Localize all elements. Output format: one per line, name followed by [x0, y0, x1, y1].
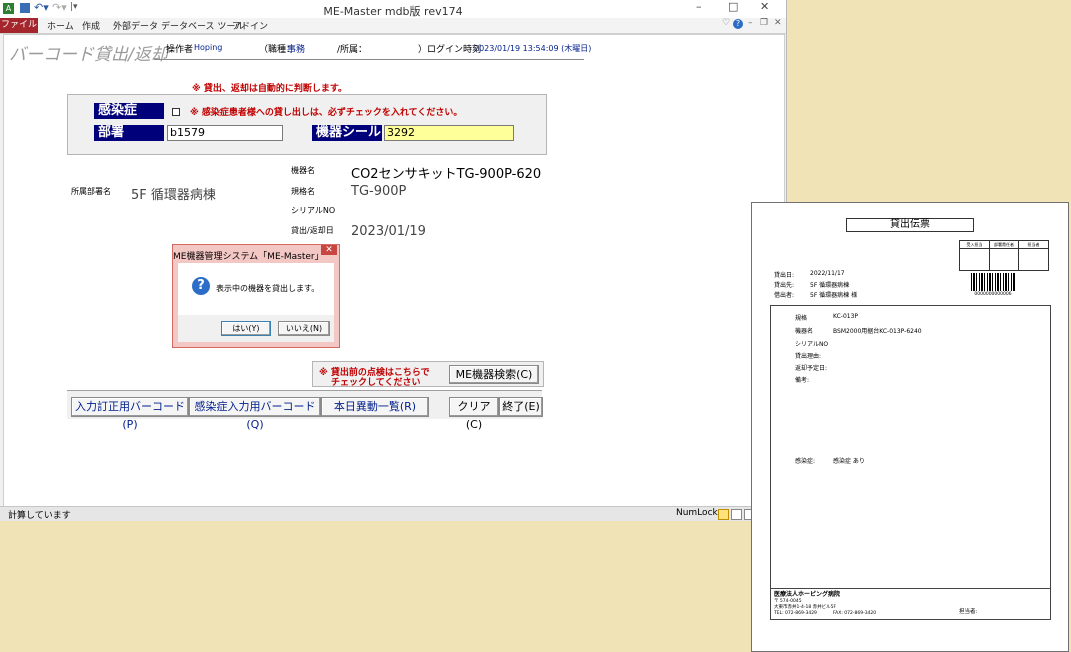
slip-row-label: 機器名	[795, 328, 814, 335]
lending-slip-preview: 貸出伝票 受入担当 部署責任者 担当者 貸出日: 2022/11/17 貸出先:…	[751, 202, 1069, 652]
stamp-box: 受入担当 部署責任者 担当者	[959, 240, 1049, 271]
slip-date-value: 2022/11/17	[810, 270, 845, 277]
dialog-body: ? 表示中の機器を貸出します。 はい(Y) いいえ(N)	[178, 263, 334, 342]
slip-row-label: 規格	[795, 315, 808, 322]
serial-label: シリアルNO	[291, 206, 336, 215]
help-icon[interactable]: ?	[733, 19, 743, 29]
me-device-search-button[interactable]: ME機器検索(C)	[449, 365, 539, 384]
infection-checkbox[interactable]	[172, 108, 180, 116]
tab-file[interactable]: ファイル	[0, 18, 38, 33]
close-button[interactable]: ✕	[760, 0, 769, 13]
slip-borrower-label: 借出者:	[774, 292, 795, 299]
slip-dest-label: 貸出先:	[774, 282, 795, 289]
tab-external-data[interactable]: 外部データ	[113, 19, 158, 32]
confirm-dialog: ME機器管理システム「ME-Master」 ✕ ? 表示中の機器を貸出します。 …	[172, 244, 340, 348]
seal-input[interactable]: 3292	[384, 125, 514, 141]
hospital-tel: TEL: 072-869-3429	[774, 611, 817, 616]
infection-label: 感染症	[94, 103, 164, 119]
header-divider	[154, 59, 584, 60]
datasheet-view-icon[interactable]	[731, 509, 742, 520]
question-icon: ?	[192, 277, 210, 295]
stamp-divider-1	[989, 248, 990, 270]
exit-button[interactable]: 終了(E)	[499, 397, 543, 417]
device-name-label: 機器名	[291, 166, 315, 175]
slip-dest-value: 5F 循環器病棟	[810, 282, 850, 289]
tab-create[interactable]: 作成	[82, 19, 100, 32]
operator-label: 操作者	[166, 45, 194, 55]
slip-row-label: 備考:	[795, 377, 810, 384]
slip-row-label: 貸出理由:	[795, 353, 822, 360]
clear-button[interactable]: クリア(C)	[449, 397, 499, 431]
device-name-value: CO2センサキットTG-900P-620	[351, 167, 542, 182]
check-panel: ※ 貸出前の点検はこちらで チェックしてください ME機器検索(C)	[312, 361, 544, 388]
correction-barcode-button[interactable]: 入力訂正用バーコード(P)	[71, 397, 189, 431]
dialog-no-button[interactable]: いいえ(N)	[278, 321, 330, 336]
owner-dept-value: 5F 循環器病棟	[131, 188, 216, 203]
slip-row-label: シリアルNO	[795, 341, 829, 348]
infection-notice: ※ 感染症患者様への貸し出しは、必ずチェックを入れてください。	[190, 108, 463, 118]
auto-judge-notice: ※ 貸出、返却は自動的に判断します。	[192, 84, 347, 94]
slip-footer: 医療法人ホーピング病院 〒 574-0045 大東市赤井1-4-18 赤井ビル5…	[770, 587, 1051, 620]
barcode-image	[971, 273, 1015, 291]
status-bar: 計算しています NumLock	[0, 506, 786, 521]
slip-row-value: BSM2000用据台KC-013P-6240	[833, 328, 922, 335]
dialog-button-bar: はい(Y) いいえ(N)	[178, 315, 334, 342]
barcode-number: 0000000000006	[974, 292, 1012, 297]
owner-dept-label: 所属部署名	[71, 187, 111, 196]
form-view-icon[interactable]	[718, 509, 729, 520]
ribbon-collapse-icon[interactable]: ♡	[722, 18, 730, 28]
slip-detail-box: 規格 KC-013P 機器名 BSM2000用据台KC-013P-6240 シリ…	[770, 305, 1051, 589]
infection-barcode-button[interactable]: 感染症入力用バーコード(Q)	[189, 397, 321, 431]
stamp-header-1: 受入担当	[960, 241, 990, 249]
spec-value: TG-900P	[351, 184, 407, 199]
check-notice-line2: チェックしてください	[331, 378, 421, 388]
tab-addins[interactable]: アドイン	[232, 19, 268, 32]
numlock-indicator: NumLock	[676, 508, 718, 518]
login-value: 2023/01/19 13:54:09 (木曜日)	[474, 44, 592, 53]
date-value: 2023/01/19	[351, 224, 426, 239]
login-label: ）ログイン時刻	[418, 45, 482, 55]
dialog-yes-button[interactable]: はい(Y)	[221, 321, 271, 336]
access-window: A ↶▾ ↷▾ |▾ ME-Master mdb版 rev174 – □ ✕ フ…	[0, 0, 787, 521]
slip-infection-label: 感染症:	[795, 458, 816, 465]
slip-date-label: 貸出日:	[774, 272, 795, 279]
tab-home[interactable]: ホーム	[47, 19, 74, 32]
slip-infection-value: 感染症 あり	[833, 458, 865, 465]
form-minimize-button[interactable]: –	[748, 18, 753, 28]
status-text: 計算しています	[8, 511, 71, 521]
form-close-button[interactable]: ✕	[774, 18, 782, 28]
slip-row-label: 返却予定日:	[795, 365, 828, 372]
slip-row-value: KC-013P	[833, 313, 859, 320]
minimize-button[interactable]: –	[696, 0, 702, 13]
stamp-header-3: 担当者	[1019, 241, 1048, 249]
spec-label: 規格名	[291, 187, 315, 196]
dialog-close-button[interactable]: ✕	[321, 245, 337, 255]
barcode-form: バーコード貸出/返却 操作者 Hoping （職種： 事務 /所属： ）ログイン…	[3, 34, 785, 508]
job-value: 事務	[287, 45, 306, 55]
input-panel: 感染症 ※ 感染症患者様への貸し出しは、必ずチェックを入れてください。 部署 b…	[67, 94, 547, 155]
form-title: バーコード貸出/返却	[9, 45, 168, 65]
slip-borrower-value: 5F 循環器病棟 様	[810, 292, 858, 299]
dept-label: /所属：	[337, 45, 368, 55]
dialog-message: 表示中の機器を貸出します。	[216, 284, 320, 293]
ribbon-tabs: ファイル ホーム 作成 外部データ データベース ツール アドイン ♡ ? – …	[0, 18, 786, 34]
hospital-name: 医療法人ホーピング病院	[774, 591, 841, 598]
bottom-toolbar: 入力訂正用バーコード(P) 感染症入力用バーコード(Q) 本日異動一覧(R) ク…	[67, 390, 543, 431]
dialog-title: ME機器管理システム「ME-Master」	[173, 252, 324, 262]
slip-title: 貸出伝票	[846, 218, 974, 232]
stamp-divider-2	[1018, 248, 1019, 270]
window-title: ME-Master mdb版 rev174	[323, 5, 463, 18]
form-restore-button[interactable]: ❐	[760, 18, 768, 28]
maximize-button[interactable]: □	[728, 0, 738, 13]
dept-field-label: 部署	[94, 125, 164, 141]
dept-field-input[interactable]: b1579	[167, 125, 283, 141]
hospital-fax: FAX: 072-869-3420	[833, 611, 877, 616]
title-bar: A ↶▾ ↷▾ |▾ ME-Master mdb版 rev174 – □ ✕	[0, 0, 786, 18]
seal-label: 機器シール	[312, 125, 382, 141]
today-changes-button[interactable]: 本日異動一覧(R)	[321, 397, 429, 417]
stamp-header-2: 部署責任者	[990, 241, 1019, 249]
operator-value: Hoping	[194, 43, 223, 52]
person-in-charge-label: 担当者:	[959, 609, 978, 615]
date-label: 貸出/返却日	[291, 226, 334, 235]
